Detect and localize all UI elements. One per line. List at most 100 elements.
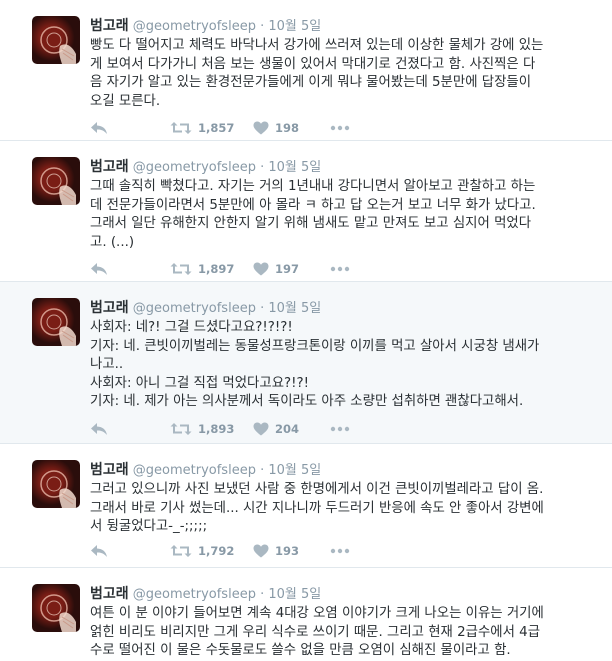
tweet-line: 빵도 다 떨어지고 체력도 바닥나서 강가에 쓰러져 있는데 이상한 물체가 강…: [90, 38, 544, 53]
separator-dot: ·: [260, 463, 265, 478]
tweet-header: 범고래 @geometryofsleep · 10월 5일: [90, 156, 321, 176]
more-icon: [330, 125, 350, 131]
tweet-line: 그때 솔직히 빡쳤다고. 자기는 거의 1년내내 강다니면서 알아보고 관찰하고…: [90, 179, 536, 194]
more-button[interactable]: [330, 543, 350, 559]
tweet-2[interactable]: 범고래 @geometryofsleep · 10월 5일 그때 솔직히 빡쳤다…: [0, 141, 612, 282]
avatar[interactable]: [32, 460, 80, 508]
reply-icon: [91, 423, 107, 435]
reply-icon: [91, 545, 107, 557]
like-count: 197: [275, 262, 300, 276]
author-handle[interactable]: @geometryofsleep: [133, 587, 256, 602]
author-handle[interactable]: @geometryofsleep: [133, 19, 256, 34]
reply-button[interactable]: [90, 421, 108, 437]
more-icon: [330, 266, 350, 272]
separator-dot: ·: [260, 19, 265, 34]
retweet-icon: [170, 263, 192, 275]
tweet-timestamp[interactable]: 10월 5일: [268, 587, 321, 602]
heart-icon: [253, 262, 269, 276]
tweet-line: 게 보여서 다가가니 처음 보는 생물이 있어서 막대기로 건졌다고 함. 사진…: [90, 56, 536, 72]
reply-icon: [91, 122, 107, 134]
retweet-count: 1,792: [198, 544, 235, 558]
heart-icon: [253, 544, 269, 558]
avatar[interactable]: [32, 16, 80, 64]
tweet-3[interactable]: 범고래 @geometryofsleep · 10월 5일 사회자: 네?! 그…: [0, 282, 612, 444]
like-button[interactable]: 198: [253, 120, 299, 136]
reply-icon: [91, 263, 107, 275]
more-icon: [330, 548, 350, 554]
like-button[interactable]: 193: [253, 543, 299, 559]
author-name[interactable]: 범고래: [90, 300, 129, 316]
avatar[interactable]: [32, 584, 80, 632]
tweet-line: 여튼 이 분 이야기 들어보면 계속 4대강 오염 이야기가 크게 나오는 이유…: [90, 606, 544, 621]
tweet-line: 그래서 일단 유해한지 안한지 알기 위해 냄새도 맡고 만져도 보고 심지어 …: [90, 216, 532, 231]
tweet-line: 기자: 네. 제가 아는 의사분께서 독이라도 아주 소량만 섭취하면 괜찮다고…: [90, 394, 524, 409]
tweet-line: 그래서 바로 기사 썼는데... 시간 지나니까 두드러기 반응에 속도 안 좋…: [90, 500, 544, 516]
retweet-button[interactable]: 1,857: [170, 120, 234, 136]
retweet-icon: [170, 122, 192, 134]
tweet-header: 범고래 @geometryofsleep · 10월 5일: [90, 459, 321, 479]
author-handle[interactable]: @geometryofsleep: [133, 160, 256, 175]
tweet-line: 얽힌 비리도 비리지만 그게 우리 식수로 쓰이기 때문. 그리고 현재 2급수…: [90, 624, 541, 640]
author-handle[interactable]: @geometryofsleep: [133, 301, 256, 316]
tweet-4[interactable]: 범고래 @geometryofsleep · 10월 5일 그러고 있으니까 사…: [0, 444, 612, 568]
like-button[interactable]: 204: [253, 421, 299, 437]
tweet-text: 그러고 있으니까 사진 보냈던 사람 중 한명에게서 이건 큰빗이끼벌레라고 답…: [90, 481, 598, 537]
tweet-text: 사회자: 네?! 그걸 드셨다고요?!?!?! 기자: 네. 큰빗이끼벌레는 동물…: [90, 319, 598, 412]
tweet-text: 여튼 이 분 이야기 들어보면 계속 4대강 오염 이야기가 크게 나오는 이유…: [90, 605, 598, 661]
retweet-button[interactable]: 1,792: [170, 543, 234, 559]
like-count: 198: [275, 121, 300, 135]
avatar-art: [40, 26, 76, 64]
separator-dot: ·: [260, 160, 265, 175]
avatar[interactable]: [32, 157, 80, 205]
like-button[interactable]: 197: [253, 261, 299, 277]
tweet-timestamp[interactable]: 10월 5일: [268, 160, 321, 175]
tweet-timestamp[interactable]: 10월 5일: [268, 301, 321, 316]
author-name[interactable]: 범고래: [90, 159, 129, 175]
heart-icon: [253, 121, 269, 135]
tweet-timestamp[interactable]: 10월 5일: [268, 463, 321, 478]
tweet-1[interactable]: 범고래 @geometryofsleep · 10월 5일 빵도 다 떨어지고 …: [0, 0, 612, 141]
tweet-line: 나고..: [90, 357, 124, 372]
avatar-art: [40, 594, 76, 632]
avatar[interactable]: [32, 298, 80, 346]
retweet-icon: [170, 545, 192, 557]
tweet-line: 기자: 네. 큰빗이끼벌레는 동물성프랑크톤이랑 이끼를 먹고 살아서 시궁창 …: [90, 338, 540, 354]
tweet-header: 범고래 @geometryofsleep · 10월 5일: [90, 15, 321, 35]
author-name[interactable]: 범고래: [90, 18, 129, 34]
tweet-line: 오길 모른다.: [90, 93, 161, 109]
tweet-timestamp[interactable]: 10월 5일: [268, 19, 321, 34]
retweet-button[interactable]: 1,893: [170, 421, 234, 437]
tweet-line: 수로 떨어진 이 물은 수돗물로도 쓸수 없을 만큼 오염이 심해진 물이라고 …: [90, 643, 511, 658]
tweet-line: 그러고 있으니까 사진 보냈던 사람 중 한명에게서 이건 큰빗이끼벌레라고 답…: [90, 482, 544, 497]
separator-dot: ·: [260, 301, 265, 316]
author-handle[interactable]: @geometryofsleep: [133, 463, 256, 478]
retweet-count: 1,897: [198, 262, 235, 276]
tweet-header: 범고래 @geometryofsleep · 10월 5일: [90, 297, 321, 317]
tweet-text: 빵도 다 떨어지고 체력도 바닥나서 강가에 쓰러져 있는데 이상한 물체가 강…: [90, 37, 598, 111]
tweet-line: 고. (...): [90, 234, 135, 250]
separator-dot: ·: [260, 587, 265, 602]
tweet-line: 음 자기가 알고 있는 환경전문가들에게 이게 뭐냐 물어봤는데 5분만에 답장…: [90, 75, 532, 90]
reply-button[interactable]: [90, 120, 108, 136]
retweet-count: 1,893: [198, 422, 235, 436]
retweet-count: 1,857: [198, 121, 235, 135]
tweet-text: 그때 솔직히 빡쳤다고. 자기는 거의 1년내내 강다니면서 알아보고 관찰하고…: [90, 178, 598, 252]
more-button[interactable]: [330, 261, 350, 277]
reply-button[interactable]: [90, 543, 108, 559]
tweet-header: 범고래 @geometryofsleep · 10월 5일: [90, 583, 321, 603]
author-name[interactable]: 범고래: [90, 586, 129, 602]
avatar-art: [40, 308, 76, 346]
more-icon: [330, 426, 350, 432]
retweet-icon: [170, 423, 192, 435]
more-button[interactable]: [330, 421, 350, 437]
tweet-line: 사회자: 네?! 그걸 드셨다고요?!?!?!: [90, 320, 293, 335]
retweet-button[interactable]: 1,897: [170, 261, 234, 277]
author-name[interactable]: 범고래: [90, 462, 129, 478]
tweet-line: 데 전문가들이라면서 5분만에 아 몰라 ㅋ 하고 답 오는거 보고 너무 화가…: [90, 197, 536, 213]
tweet-5[interactable]: 범고래 @geometryofsleep · 10월 5일 여튼 이 분 이야기…: [0, 568, 612, 658]
tweet-line: 사회자: 아니 그걸 직접 먹었다고요?!?!: [90, 375, 309, 391]
avatar-art: [40, 167, 76, 205]
reply-button[interactable]: [90, 261, 108, 277]
more-button[interactable]: [330, 120, 350, 136]
tweet-line: 서 뒹굴었다고-_-;;;;;: [90, 519, 208, 534]
